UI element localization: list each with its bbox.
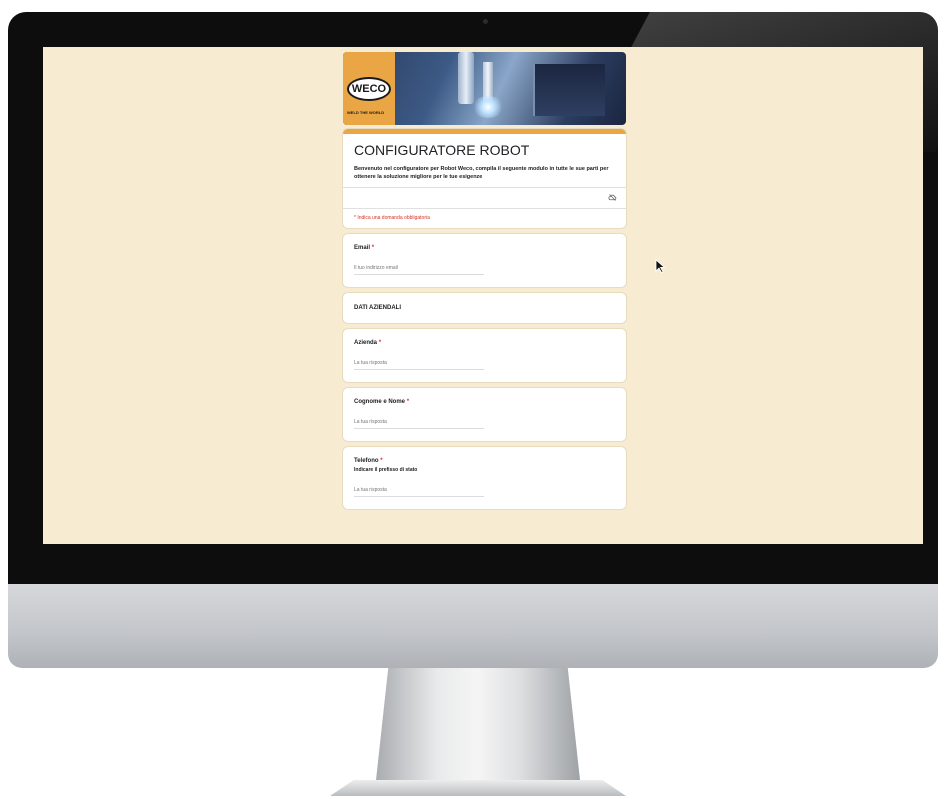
form-title-card: CONFIGURATORE ROBOT Benvenuto nel config… bbox=[343, 129, 626, 228]
cloud-off-icon[interactable] bbox=[608, 193, 617, 202]
question-card-telefono: Telefono * Indicare il prefisso di stato bbox=[343, 447, 626, 509]
account-row bbox=[343, 187, 626, 208]
weco-logo: WECO WELD THE WORLD bbox=[343, 52, 395, 125]
question-card-nome: Cognome e Nome * bbox=[343, 388, 626, 441]
telefono-field[interactable] bbox=[354, 487, 484, 497]
monitor-stand bbox=[376, 668, 580, 780]
welding-machine bbox=[533, 64, 605, 116]
monitor-chin bbox=[8, 584, 938, 668]
question-card-email: Email * bbox=[343, 234, 626, 287]
camera-icon bbox=[483, 19, 488, 24]
monitor-foot bbox=[330, 780, 626, 796]
logo-tagline: WELD THE WORLD bbox=[347, 110, 385, 115]
section-header: DATI AZIENDALI bbox=[343, 293, 626, 323]
required-star: * bbox=[371, 245, 375, 251]
required-star: * bbox=[406, 399, 410, 405]
monitor-bezel: WECO WELD THE WORLD CONFIGURATORE ROBOT … bbox=[8, 12, 938, 584]
question-label: Azienda * bbox=[354, 340, 382, 346]
question-sublabel: Indicare il prefisso di stato bbox=[354, 467, 418, 473]
question-label: Cognome e Nome * bbox=[354, 399, 410, 405]
nome-field[interactable] bbox=[354, 419, 484, 429]
required-note: * Indica una domanda obbligatoria bbox=[343, 208, 626, 228]
azienda-field[interactable] bbox=[354, 360, 484, 370]
form-header-image: WECO WELD THE WORLD bbox=[343, 52, 626, 125]
required-star: * bbox=[378, 340, 382, 346]
robot-arm bbox=[458, 52, 474, 104]
mouse-cursor-icon bbox=[655, 259, 666, 273]
form-description: Benvenuto nel configuratore per Robot We… bbox=[354, 166, 609, 180]
form-title: CONFIGURATORE ROBOT bbox=[354, 142, 530, 158]
question-card-azienda: Azienda * bbox=[343, 329, 626, 382]
required-star: * bbox=[380, 458, 383, 464]
welding-spark bbox=[471, 96, 505, 118]
screen: WECO WELD THE WORLD CONFIGURATORE ROBOT … bbox=[43, 47, 923, 544]
email-field[interactable] bbox=[354, 265, 484, 275]
google-form: WECO WELD THE WORLD CONFIGURATORE ROBOT … bbox=[343, 52, 626, 509]
question-label: Telefono * bbox=[354, 458, 383, 464]
question-label: Email * bbox=[354, 245, 375, 251]
logo-wordmark: WECO bbox=[347, 77, 391, 101]
